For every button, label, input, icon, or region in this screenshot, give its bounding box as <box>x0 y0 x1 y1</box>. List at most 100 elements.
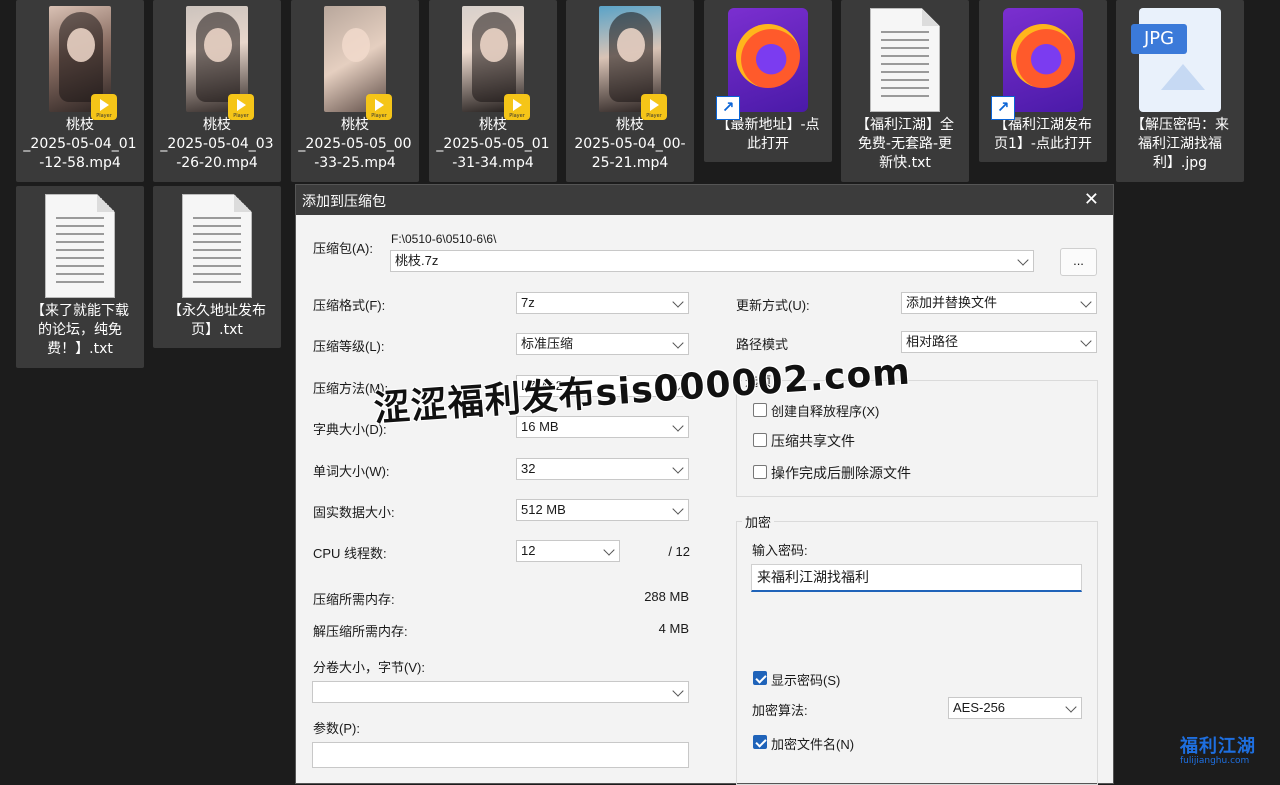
chevron-down-icon <box>672 420 684 432</box>
file-jpg-password[interactable]: JPG 【解压密码：来 福利江湖找福 利】.jpg <box>1116 0 1244 182</box>
chevron-down-icon <box>603 544 615 556</box>
format-select[interactable]: 7z <box>516 292 689 314</box>
enc-method-select[interactable]: AES-256 <box>948 697 1082 719</box>
split-label: 分卷大小，字节(V): <box>313 660 425 675</box>
archive-name-value: 桃枝.7z <box>395 253 439 268</box>
chevron-down-icon <box>672 337 684 349</box>
show-password-label: 显示密码(S) <box>771 673 841 688</box>
level-select[interactable]: 标准压缩 <box>516 333 689 355</box>
word-value: 32 <box>521 461 536 476</box>
player-icon: Player <box>366 94 392 120</box>
params-label: 参数(P): <box>313 721 360 736</box>
text-file-icon <box>45 194 115 298</box>
file-name: 桃枝 _2025-05-05_00 -33-25.mp4 <box>298 117 412 171</box>
file-video-3[interactable]: Player 桃枝 _2025-05-05_00 -33-25.mp4 <box>291 0 419 182</box>
corner-logo-url: fulijianghu.com <box>1180 756 1250 766</box>
file-video-4[interactable]: Player 桃枝 _2025-05-05_01 -31-34.mp4 <box>429 0 557 182</box>
video-thumbnail: Player <box>186 6 254 120</box>
level-label: 压缩等级(L): <box>313 339 385 354</box>
word-select[interactable]: 32 <box>516 458 689 480</box>
chevron-down-icon <box>672 296 684 308</box>
format-label: 压缩格式(F): <box>313 298 386 313</box>
chevron-down-icon <box>1017 254 1029 266</box>
chevron-down-icon <box>1080 296 1092 308</box>
sfx-label: 创建自释放程序(X) <box>771 404 880 419</box>
file-txt-forum[interactable]: 【来了就能下载 的论坛，纯免 费！】.txt <box>16 186 144 368</box>
cpu-total: / 12 <box>668 544 690 559</box>
player-icon: Player <box>91 94 117 120</box>
file-name: 【福利江湖】全 免费-无套路-更 新快.txt <box>856 117 954 171</box>
solid-value: 512 MB <box>521 502 566 517</box>
chevron-down-icon <box>1080 335 1092 347</box>
file-video-1[interactable]: Player 桃枝 _2025-05-04_01 -12-58.mp4 <box>16 0 144 182</box>
file-name: 桃枝 _2025-05-04_03 -26-20.mp4 <box>160 117 274 171</box>
archive-path: F:\0510-6\0510-6\6\ <box>391 232 497 246</box>
delete-after-label: 操作完成后删除源文件 <box>771 465 911 481</box>
file-name: 桃枝 _2025-05-04_01 -12-58.mp4 <box>23 117 137 171</box>
video-thumbnail: Player <box>324 6 392 120</box>
enc-method-value: AES-256 <box>953 700 1006 715</box>
video-thumbnail: Player <box>462 6 530 120</box>
chevron-down-icon <box>1065 701 1077 713</box>
mem-comp-value: 288 MB <box>644 589 689 604</box>
shared-files-checkbox[interactable] <box>753 433 767 447</box>
path-mode-label: 路径模式 <box>736 337 789 352</box>
corner-logo-title: 福利江湖 <box>1180 736 1256 757</box>
shared-files-label: 压缩共享文件 <box>771 433 855 449</box>
player-icon: Player <box>641 94 667 120</box>
close-icon[interactable]: ✕ <box>1084 189 1099 210</box>
params-input[interactable] <box>312 742 689 768</box>
file-video-5[interactable]: Player 桃枝 2025-05-04_00- 25-21.mp4 <box>566 0 694 182</box>
update-label: 更新方式(U): <box>736 298 810 313</box>
video-thumbnail: Player <box>599 6 667 120</box>
solid-select[interactable]: 512 MB <box>516 499 689 521</box>
encrypt-names-checkbox[interactable] <box>753 735 767 749</box>
word-label: 单词大小(W): <box>313 464 390 479</box>
video-thumbnail: Player <box>49 6 117 120</box>
show-password-checkbox[interactable] <box>753 671 767 685</box>
file-name: 【永久地址发布 页】.txt <box>168 303 266 338</box>
text-file-icon <box>870 8 940 112</box>
text-file-icon <box>182 194 252 298</box>
encryption-title: 加密 <box>742 512 775 531</box>
file-name: 【来了就能下载 的论坛，纯免 费！】.txt <box>31 303 129 357</box>
delete-after-checkbox[interactable] <box>753 465 767 479</box>
format-value: 7z <box>521 295 535 310</box>
chevron-down-icon <box>672 462 684 474</box>
path-mode-select[interactable]: 相对路径 <box>901 331 1097 353</box>
archive-name-combo[interactable]: 桃枝.7z <box>390 250 1034 272</box>
add-to-archive-dialog: 添加到压缩包 ✕ 压缩包(A): F:\0510-6\0510-6\6\ 桃枝.… <box>295 184 1114 785</box>
cpu-select[interactable]: 12 <box>516 540 620 562</box>
password-label: 输入密码: <box>752 543 808 558</box>
encrypt-names-label: 加密文件名(N) <box>771 737 855 752</box>
firefox-icon: ↗ <box>716 8 808 120</box>
shortcut-arrow-icon: ↗ <box>716 96 740 120</box>
update-value: 添加并替换文件 <box>906 295 998 310</box>
dialog-titlebar: 添加到压缩包 ✕ <box>296 185 1113 215</box>
shortcut-arrow-icon: ↗ <box>991 96 1015 120</box>
split-select[interactable] <box>312 681 689 703</box>
player-icon: Player <box>504 94 530 120</box>
path-mode-value: 相对路径 <box>906 334 959 349</box>
chevron-down-icon <box>672 503 684 515</box>
file-shortcut-publish-page[interactable]: ↗ 【福利江湖发布 页1】-点此打开 <box>979 0 1107 162</box>
file-txt-permanent[interactable]: 【永久地址发布 页】.txt <box>153 186 281 348</box>
password-input[interactable]: 来福利江湖找福利 <box>751 564 1082 592</box>
image-file-icon: JPG <box>1131 8 1221 112</box>
chevron-down-icon <box>672 685 684 697</box>
level-value: 标准压缩 <box>521 336 574 351</box>
file-name: 【解压密码：来 福利江湖找福 利】.jpg <box>1131 117 1229 171</box>
update-select[interactable]: 添加并替换文件 <box>901 292 1097 314</box>
file-name: 桃枝 2025-05-04_00- 25-21.mp4 <box>574 117 686 171</box>
player-icon: Player <box>228 94 254 120</box>
file-txt-free[interactable]: 【福利江湖】全 免费-无套路-更 新快.txt <box>841 0 969 182</box>
file-shortcut-latest-address[interactable]: ↗ 【最新地址】-点 此打开 <box>704 0 832 162</box>
enc-method-label: 加密算法: <box>752 703 808 718</box>
file-video-2[interactable]: Player 桃枝 _2025-05-04_03 -26-20.mp4 <box>153 0 281 182</box>
archive-label: 压缩包(A): <box>313 241 373 256</box>
browse-button[interactable]: ... <box>1060 248 1097 276</box>
cpu-value: 12 <box>521 543 536 558</box>
mem-decomp-label: 解压缩所需内存: <box>313 624 408 639</box>
firefox-icon: ↗ <box>991 8 1083 120</box>
file-name: 桃枝 _2025-05-05_01 -31-34.mp4 <box>436 117 550 171</box>
